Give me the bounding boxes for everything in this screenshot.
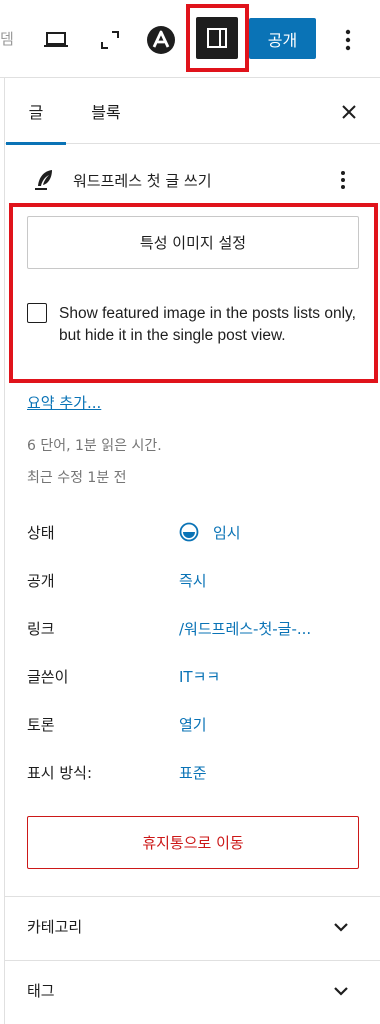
link-value[interactable]: /워드프레스-첫-글-... (179, 618, 311, 639)
close-icon (342, 105, 356, 119)
property-row-author: 글쓴이 ITㅋㅋ (27, 662, 367, 692)
settings-sidebar: 글 블록 워드프레스 첫 글 쓰기 특성 이미지 설정 Show feature… (4, 78, 380, 1024)
status-label: 상태 (27, 524, 55, 542)
post-actions-button[interactable] (333, 166, 353, 194)
property-row-status: 상태 임시 (27, 518, 367, 548)
categories-panel[interactable]: 카테고리 (5, 896, 380, 954)
settings-sidebar-toggle[interactable] (196, 17, 238, 59)
categories-label: 카테고리 (27, 918, 83, 936)
author-label: 글쓴이 (27, 668, 69, 686)
laptop-icon (44, 32, 68, 47)
more-vertical-icon (345, 29, 351, 51)
options-button[interactable] (334, 22, 362, 58)
property-row-link: 링크 /워드프레스-첫-글-... (27, 614, 367, 644)
publish-value[interactable]: 즉시 (179, 570, 207, 591)
word-count-text: 6 단어, 1분 읽은 시간. (27, 438, 162, 454)
astra-settings-button[interactable] (143, 22, 179, 58)
format-label: 표시 방식: (27, 764, 93, 782)
tags-label: 태그 (27, 982, 55, 1000)
tab-post[interactable]: 글 (6, 78, 66, 145)
editor-toolbar: 뎀 공개 (0, 0, 380, 78)
more-vertical-icon (341, 171, 345, 189)
sidebar-tabs: 글 블록 (5, 78, 380, 145)
discussion-value[interactable]: 열기 (179, 714, 207, 735)
expand-icon (101, 31, 119, 49)
feather-icon (35, 170, 52, 190)
preview-button[interactable] (38, 22, 74, 58)
property-row-publish: 공개 즉시 (27, 566, 367, 596)
property-row-format: 표시 방식: 표준 (27, 758, 367, 788)
publish-button[interactable]: 공개 (249, 18, 316, 59)
last-modified-text: 최근 수정 1분 전 (27, 470, 127, 486)
sidebar-toggle-icon (207, 28, 227, 48)
set-featured-image-button[interactable]: 특성 이미지 설정 (27, 216, 359, 269)
chevron-down-icon (334, 987, 348, 996)
toolbar-faded-text: 뎀 (0, 30, 14, 48)
discussion-label: 토론 (27, 716, 55, 734)
chevron-down-icon (334, 923, 348, 932)
publish-label: 공개 (27, 572, 55, 590)
fullscreen-button[interactable] (92, 22, 128, 58)
link-label: 링크 (27, 620, 55, 638)
author-value[interactable]: ITㅋㅋ (179, 666, 220, 687)
tags-panel[interactable]: 태그 (5, 960, 380, 1018)
close-sidebar-button[interactable] (335, 98, 363, 126)
format-value[interactable]: 표준 (179, 762, 207, 783)
tab-block[interactable]: 블록 (80, 78, 132, 144)
featured-image-checkbox-label[interactable]: Show featured image in the posts lists o… (59, 303, 359, 347)
astra-icon (147, 26, 175, 54)
status-value[interactable]: 임시 (213, 522, 241, 543)
featured-image-checkbox[interactable] (27, 303, 47, 323)
post-summary-header: 워드프레스 첫 글 쓰기 (5, 158, 380, 202)
property-row-discussion: 토론 열기 (27, 710, 367, 740)
draft-status-icon (179, 522, 199, 542)
add-excerpt-link[interactable]: 요약 추가... (27, 392, 101, 413)
move-to-trash-button[interactable]: 휴지통으로 이동 (27, 816, 359, 869)
post-title: 워드프레스 첫 글 쓰기 (73, 172, 212, 190)
